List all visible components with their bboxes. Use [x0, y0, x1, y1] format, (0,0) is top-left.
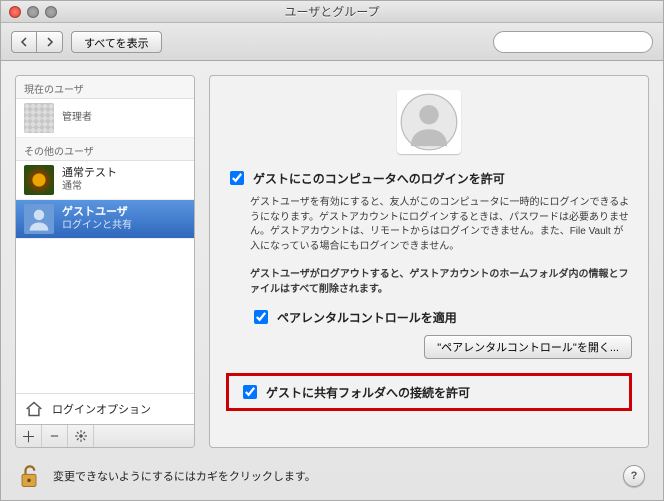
- user-sidebar: 現在のユーザ 管理者 その他のユーザ 通常テスト 通常: [15, 75, 195, 448]
- guest-login-desc2: ゲストユーザがログアウトすると、ゲストアカウントのホームフォルダ内の情報とファイ…: [250, 268, 632, 297]
- search-input[interactable]: [500, 35, 646, 49]
- sidebar-footer: ＋ −: [16, 424, 194, 447]
- allow-guest-login-label: ゲストにこのコンピュータへのログインを許可: [253, 170, 505, 187]
- add-user-button[interactable]: ＋: [16, 425, 42, 447]
- person-silhouette-icon: [400, 93, 458, 151]
- search-field[interactable]: [493, 31, 653, 53]
- guest-login-desc1: ゲストユーザを有効にすると、友人がこのコンピュータに一時的にログインできるように…: [250, 196, 632, 254]
- lock-open-icon[interactable]: [15, 462, 43, 490]
- user-name: 通常テスト: [62, 167, 117, 181]
- sidebar-item-normal-test[interactable]: 通常テスト 通常: [16, 161, 194, 200]
- prefs-window: ユーザとグループ すべてを表示 現在のユーザ: [0, 0, 664, 501]
- user-role: 管理者: [62, 112, 92, 125]
- parental-control-label: ペアレンタルコントロールを適用: [277, 309, 457, 326]
- house-icon: [24, 400, 44, 418]
- group-header-other: その他のユーザ: [16, 138, 194, 161]
- parental-control-checkbox[interactable]: [254, 310, 268, 324]
- allow-guest-login-row: ゲストにこのコンピュータへのログインを許可: [226, 168, 632, 188]
- person-silhouette-icon: [25, 205, 53, 233]
- lock-text: 変更できないようにするにはカギをクリックします。: [53, 468, 316, 484]
- avatar-icon: [24, 204, 54, 234]
- main-panel: ゲストにこのコンピュータへのログインを許可 ゲストユーザを有効にすると、友人がこ…: [209, 75, 649, 448]
- user-name: ゲストユーザ: [62, 206, 132, 220]
- avatar-icon: [24, 103, 54, 133]
- login-options-label: ログインオプション: [52, 401, 151, 417]
- forward-button[interactable]: [37, 31, 63, 53]
- user-role: 通常: [62, 181, 117, 194]
- close-icon[interactable]: [9, 6, 21, 18]
- back-button[interactable]: [11, 31, 37, 53]
- sidebar-item-guest-user[interactable]: ゲストユーザ ログインと共有: [16, 200, 194, 239]
- allow-guest-login-checkbox[interactable]: [230, 171, 244, 185]
- nav-buttons: [11, 31, 63, 53]
- traffic-lights: [9, 6, 57, 18]
- open-parental-controls-button[interactable]: "ペアレンタルコントロール"を開く...: [424, 335, 632, 359]
- titlebar: ユーザとグループ: [1, 1, 663, 23]
- parental-control-row: ペアレンタルコントロールを適用: [250, 307, 632, 327]
- chevron-left-icon: [19, 37, 29, 47]
- avatar-icon: [24, 165, 54, 195]
- guest-avatar[interactable]: [397, 90, 461, 154]
- minimize-icon[interactable]: [27, 6, 39, 18]
- help-button[interactable]: ?: [623, 465, 645, 487]
- window-title: ユーザとグループ: [1, 3, 663, 20]
- show-all-button[interactable]: すべてを表示: [71, 31, 162, 53]
- allow-guest-share-label: ゲストに共有フォルダへの接続を許可: [266, 384, 470, 401]
- action-menu-button[interactable]: [68, 425, 94, 447]
- gear-icon: [74, 429, 88, 443]
- lockbar: 変更できないようにするにはカギをクリックします。 ?: [1, 454, 663, 500]
- chevron-right-icon: [45, 37, 55, 47]
- group-header-current: 現在のユーザ: [16, 76, 194, 99]
- sidebar-item-current-user[interactable]: 管理者: [16, 99, 194, 138]
- toolbar: すべてを表示: [1, 23, 663, 61]
- help-icon: ?: [631, 470, 638, 482]
- highlighted-option: ゲストに共有フォルダへの接続を許可: [226, 373, 632, 411]
- zoom-icon[interactable]: [45, 6, 57, 18]
- remove-user-button[interactable]: −: [42, 425, 68, 447]
- login-options[interactable]: ログインオプション: [16, 393, 194, 424]
- allow-guest-share-checkbox[interactable]: [243, 385, 257, 399]
- content: 現在のユーザ 管理者 その他のユーザ 通常テスト 通常: [1, 61, 663, 454]
- user-role: ログインと共有: [62, 220, 132, 233]
